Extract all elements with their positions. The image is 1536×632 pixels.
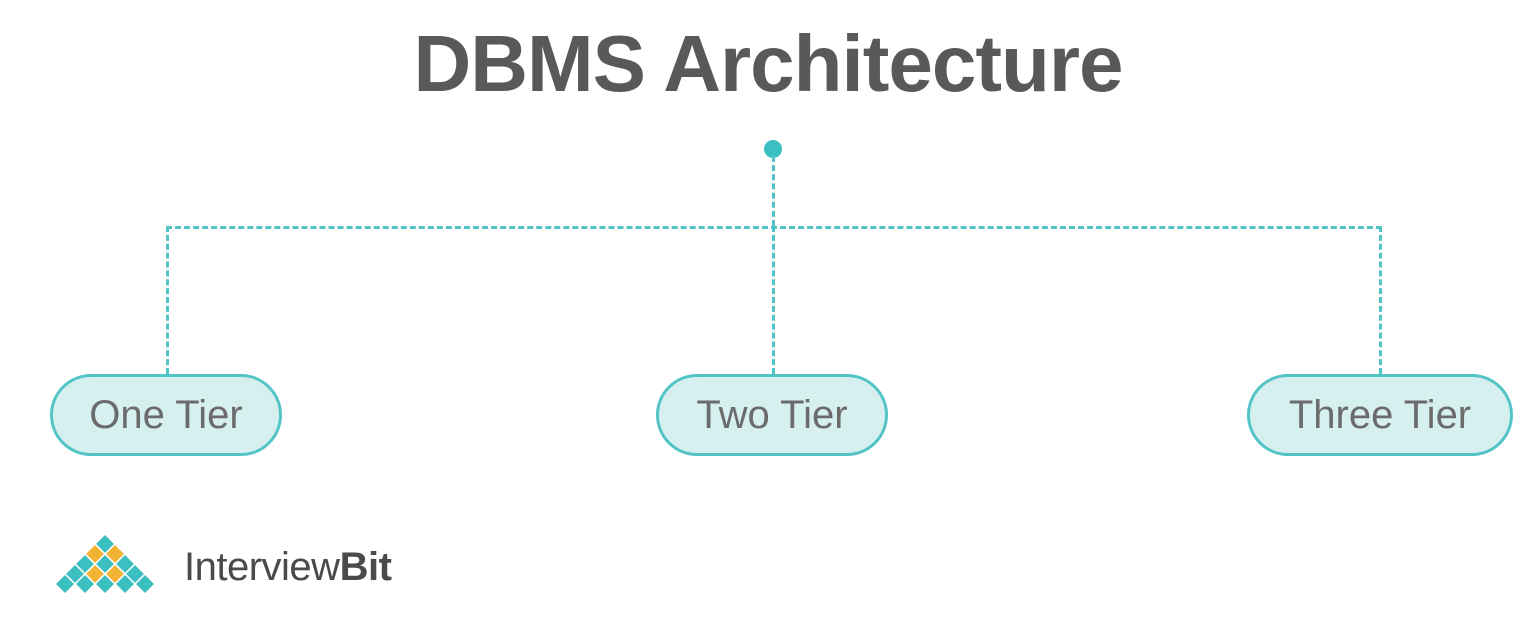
node-two-tier: Two Tier <box>656 374 888 456</box>
diagram-title: DBMS Architecture <box>0 18 1536 110</box>
node-label: Three Tier <box>1289 393 1471 438</box>
node-three-tier: Three Tier <box>1247 374 1513 456</box>
interviewbit-logo-icon <box>40 528 170 606</box>
node-label: Two Tier <box>696 393 847 438</box>
brand-logo: InterviewBit <box>40 528 391 606</box>
connector-mid-vertical <box>772 226 775 374</box>
brand-name-part1: Interview <box>184 545 340 589</box>
brand-name-part2: Bit <box>340 545 392 589</box>
node-label: One Tier <box>89 393 242 438</box>
node-one-tier: One Tier <box>50 374 282 456</box>
brand-name: InterviewBit <box>184 545 391 590</box>
connector-right-vertical <box>1379 226 1382 374</box>
connector-left-vertical <box>166 226 169 374</box>
connector-root-vertical <box>772 156 775 226</box>
